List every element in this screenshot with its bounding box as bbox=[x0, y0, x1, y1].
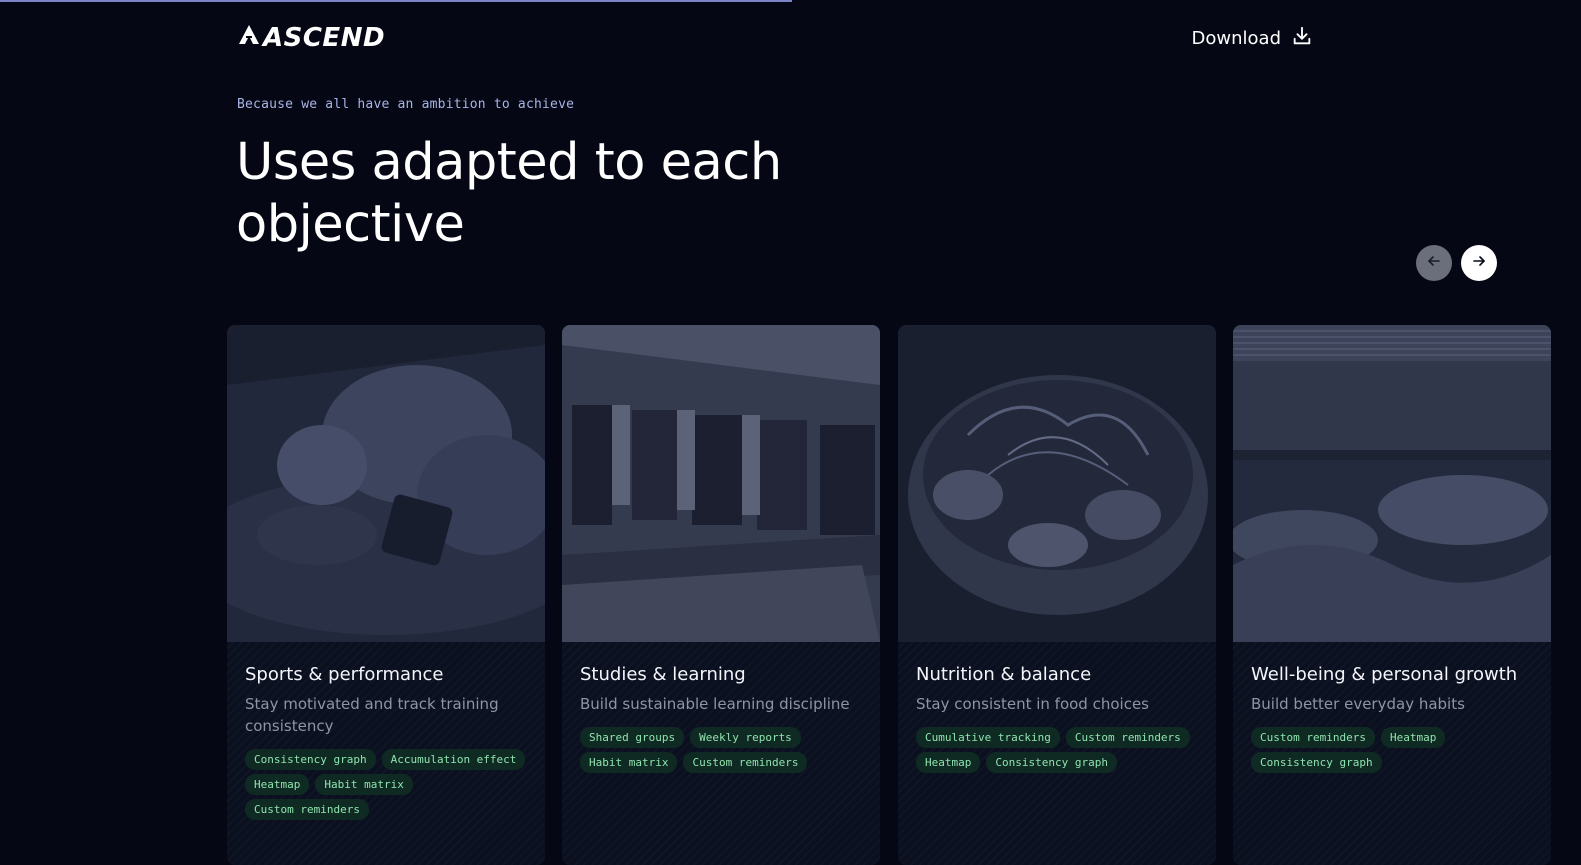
feature-tag: Consistency graph bbox=[986, 752, 1117, 773]
use-case-card[interactable]: Sports & performance Stay motivated and … bbox=[227, 325, 545, 865]
feature-tag: Habit matrix bbox=[315, 774, 413, 795]
download-label: Download bbox=[1191, 28, 1281, 49]
card-subtitle: Build better everyday habits bbox=[1251, 695, 1465, 713]
card-subtitle: Stay motivated and track training consis… bbox=[245, 695, 499, 735]
arrow-right-icon bbox=[1471, 253, 1487, 273]
feature-tag: Shared groups bbox=[580, 727, 685, 748]
use-case-carousel: Sports & performance Stay motivated and … bbox=[227, 325, 1581, 865]
use-case-card[interactable]: Studies & learning Build sustainable lea… bbox=[562, 325, 880, 865]
feature-tag: Heatmap bbox=[245, 774, 310, 795]
card-title: Studies & learning bbox=[580, 664, 746, 685]
hero-eyebrow: Because we all have an ambition to achie… bbox=[237, 97, 575, 112]
use-case-card[interactable]: Well-being & personal growth Build bette… bbox=[1233, 325, 1551, 865]
feature-tag: Weekly reports bbox=[690, 727, 801, 748]
page-title: Uses adapted to each objective bbox=[236, 133, 782, 254]
card-image-wellbeing bbox=[1233, 325, 1551, 642]
download-icon bbox=[1291, 25, 1313, 52]
feature-tag: Custom reminders bbox=[683, 752, 808, 773]
feature-tag: Consistency graph bbox=[245, 749, 376, 770]
site-header: ASCEND Download bbox=[237, 22, 1327, 54]
feature-tag: Custom reminders bbox=[245, 799, 369, 820]
feature-tag: Cumulative tracking bbox=[916, 727, 1060, 748]
download-button[interactable]: Download bbox=[1192, 25, 1313, 52]
feature-tag: Accumulation effect bbox=[381, 749, 526, 770]
carousel-next-button[interactable] bbox=[1461, 245, 1497, 281]
brand-name: ASCEND bbox=[263, 22, 386, 53]
card-title: Sports & performance bbox=[245, 664, 444, 685]
card-image-nutrition bbox=[898, 325, 1216, 642]
feature-tag: Custom reminders bbox=[1251, 727, 1375, 748]
card-title: Well-being & personal growth bbox=[1251, 664, 1518, 685]
carousel-prev-button[interactable] bbox=[1416, 245, 1452, 281]
card-title: Nutrition & balance bbox=[916, 664, 1092, 685]
feature-tag: Heatmap bbox=[916, 752, 981, 773]
brand-logo[interactable]: ASCEND bbox=[237, 22, 385, 53]
scroll-progress-bar bbox=[0, 0, 792, 2]
feature-tag: Consistency graph bbox=[1251, 752, 1382, 773]
mountain-arrow-icon bbox=[237, 22, 261, 53]
use-case-card[interactable]: Nutrition & balance Stay consistent in f… bbox=[898, 325, 1216, 865]
card-tags: Custom reminders Heatmap Consistency gra… bbox=[1251, 727, 1533, 773]
feature-tag: Heatmap bbox=[1380, 727, 1446, 748]
feature-tag: Habit matrix bbox=[580, 752, 678, 773]
card-subtitle: Stay consistent in food choices bbox=[916, 695, 1149, 713]
card-subtitle: Build sustainable learning discipline bbox=[580, 695, 850, 713]
card-image-studies bbox=[562, 325, 880, 642]
card-image-sports bbox=[227, 325, 545, 642]
card-tags: Shared groups Weekly reports Habit matri… bbox=[580, 727, 862, 773]
feature-tag: Custom reminders bbox=[1065, 727, 1190, 748]
card-tags: Cumulative tracking Custom reminders Hea… bbox=[916, 727, 1198, 773]
arrow-left-icon bbox=[1426, 253, 1442, 273]
card-tags: Consistency graph Accumulation effect He… bbox=[245, 749, 527, 820]
